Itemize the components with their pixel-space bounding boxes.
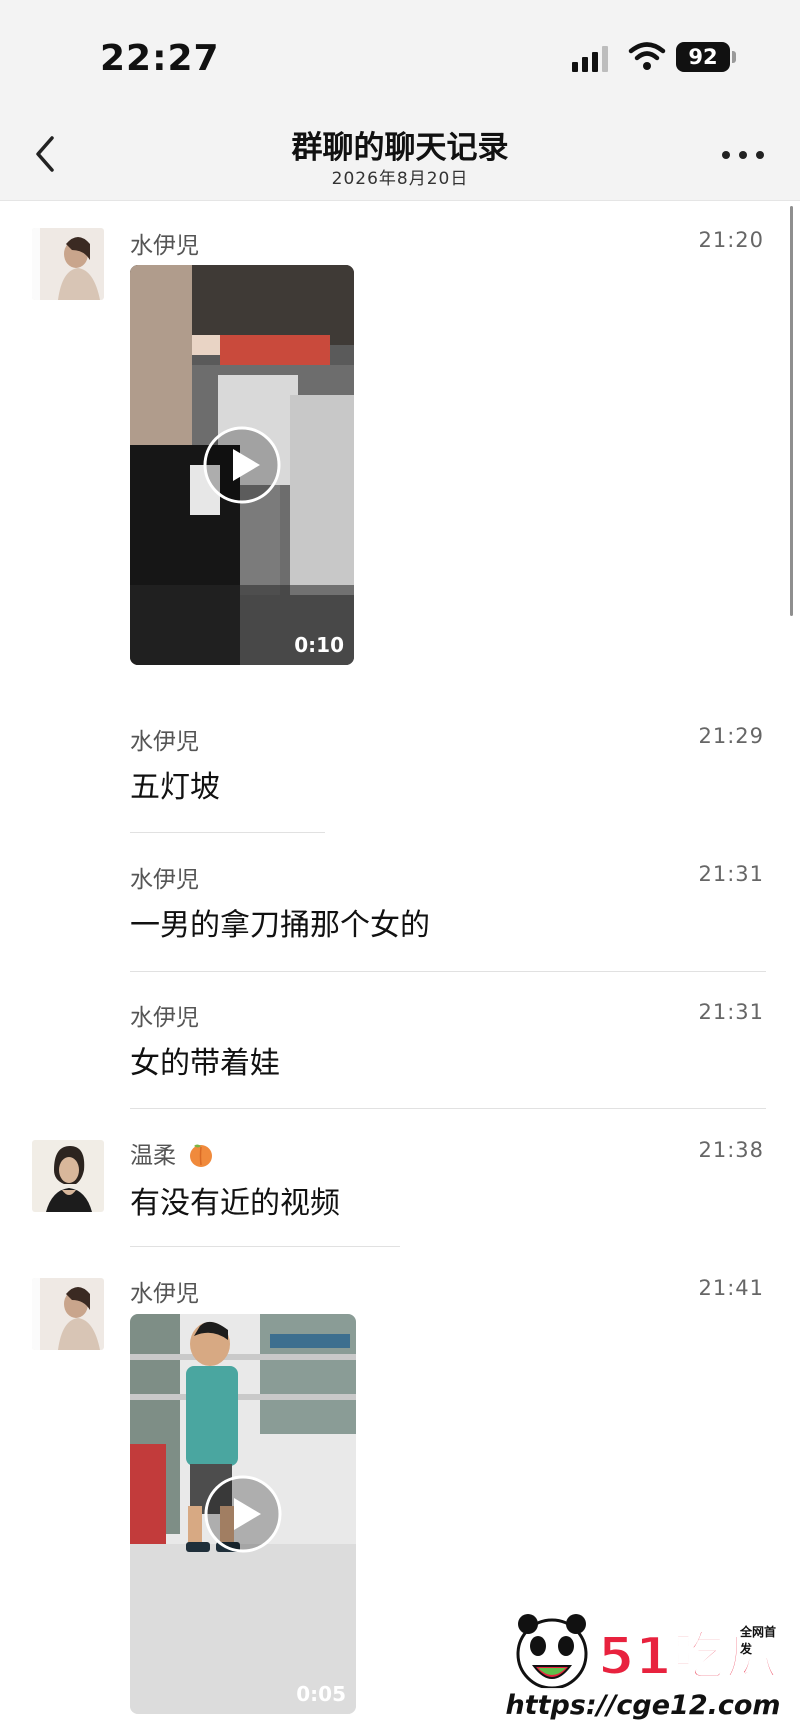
sender-avatar[interactable]: [32, 1140, 104, 1212]
panda-mascot-icon: [516, 1614, 588, 1690]
message-text: 女的带着娃: [130, 1046, 280, 1081]
message-time: 21:29: [698, 724, 764, 748]
sender-avatar[interactable]: [32, 1278, 104, 1350]
avatar-photo-icon: [32, 1278, 104, 1350]
message-time: 21:41: [698, 1276, 764, 1300]
page-title: 群聊的聊天记录: [291, 130, 509, 166]
battery-indicator: 92: [676, 42, 730, 72]
message-divider: [130, 1108, 766, 1109]
message-time: 21:31: [698, 862, 764, 886]
watermark: 51吃瓜 全网首发 https://cge12.com: [498, 1608, 788, 1728]
avatar-photo-icon: [32, 1140, 104, 1212]
scrollbar[interactable]: [790, 206, 793, 616]
sender-name: 水伊児: [130, 867, 199, 893]
message-text: 一男的拿刀捅那个女的: [130, 908, 430, 943]
video-message[interactable]: 0:05: [130, 1314, 356, 1714]
message-divider: [130, 971, 766, 972]
clock: 22:27: [100, 38, 220, 79]
status-bar: 22:27 92: [0, 0, 800, 110]
video-message[interactable]: 0:10: [130, 265, 354, 665]
nav-bar: 群聊的聊天记录 2026年8月20日: [0, 110, 800, 201]
video-duration: 0:05: [296, 1682, 346, 1706]
sender-avatar[interactable]: [32, 228, 104, 300]
more-options-icon[interactable]: [720, 148, 766, 162]
play-icon[interactable]: [203, 1474, 283, 1554]
sender-name: 水伊児: [130, 233, 199, 259]
message-divider: [130, 832, 325, 833]
message-divider: [130, 1246, 400, 1247]
sender-name: 水伊児: [130, 1005, 199, 1031]
message-time: 21:38: [698, 1138, 764, 1162]
sender-name: 水伊児: [130, 1281, 199, 1307]
wifi-icon: [628, 42, 666, 70]
message-time: 21:31: [698, 1000, 764, 1024]
message-time: 21:20: [698, 228, 764, 252]
battery-tip: [732, 51, 736, 63]
sender-name: 温柔: [130, 1136, 215, 1170]
message-text: 有没有近的视频: [130, 1186, 340, 1221]
watermark-tagline: 全网首发: [738, 1622, 788, 1658]
sender-name-text: 温柔: [130, 1143, 176, 1169]
sender-name: 水伊児: [130, 729, 199, 755]
avatar-photo-icon: [32, 228, 104, 300]
cellular-signal-icon: [572, 46, 608, 72]
play-icon[interactable]: [202, 425, 282, 505]
page-date: 2026年8月20日: [331, 169, 469, 189]
peach-emoji-icon: [190, 1144, 213, 1167]
video-duration: 0:10: [294, 633, 344, 657]
watermark-url: https://cge12.com: [498, 1688, 788, 1723]
message-text: 五灯坡: [130, 770, 220, 805]
